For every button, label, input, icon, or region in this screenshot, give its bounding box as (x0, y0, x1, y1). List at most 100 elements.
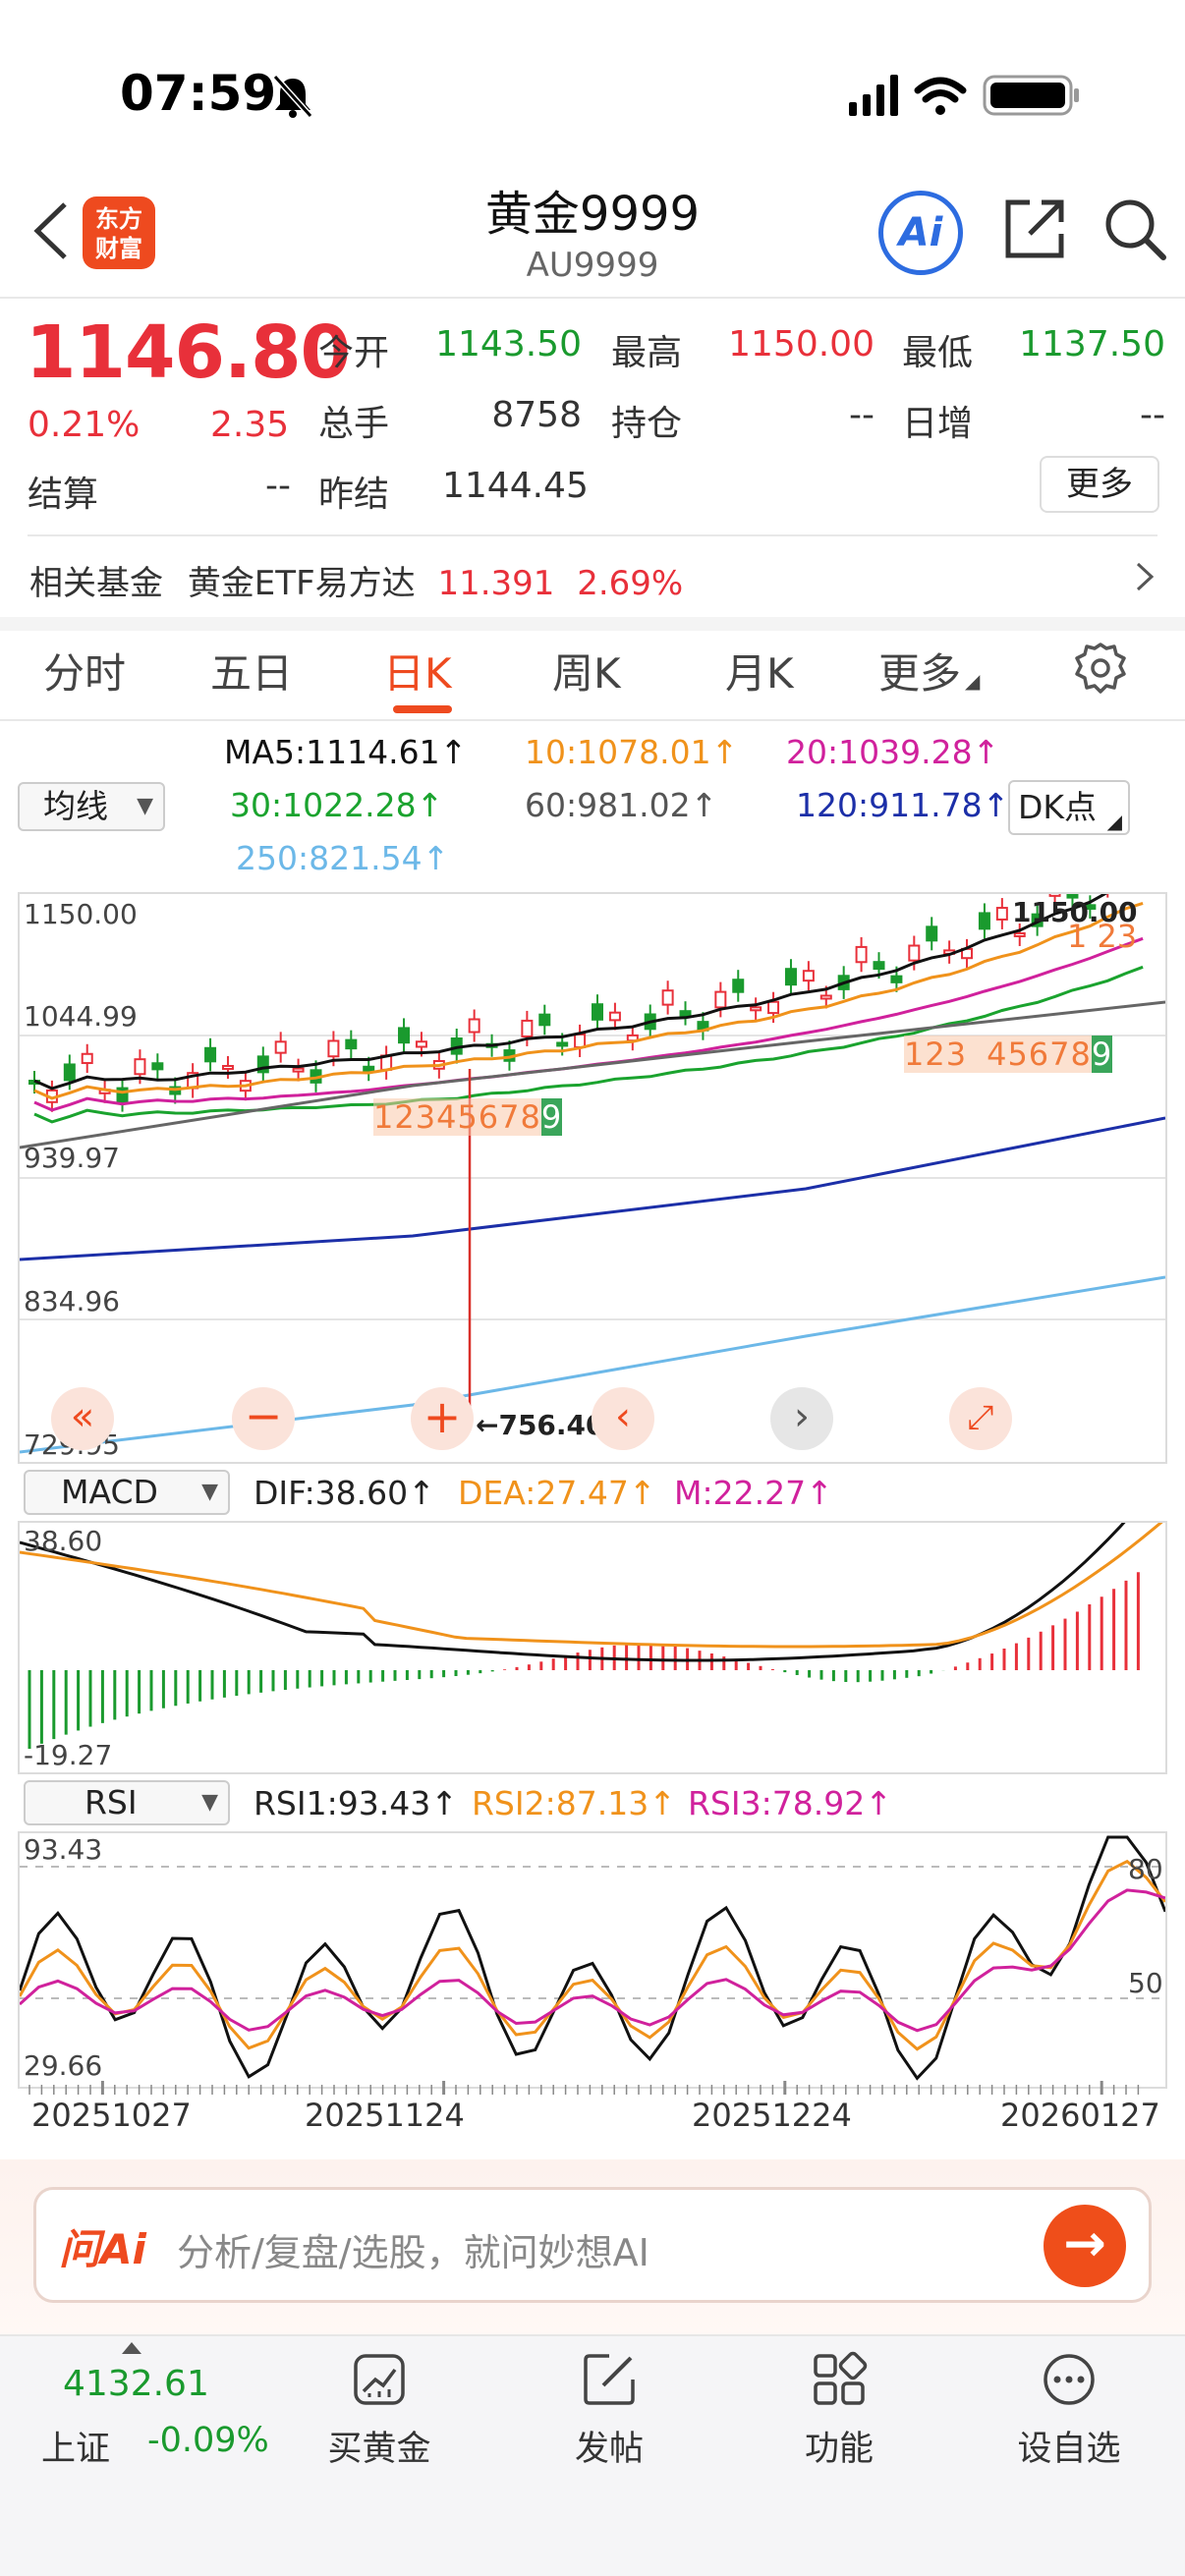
sequence-marks-a: 123456789 (373, 1098, 563, 1136)
candle-body (995, 907, 1008, 921)
nav-functions[interactable]: 功能 (741, 2421, 937, 2471)
dropdown-triangle-icon: ◢ (965, 669, 981, 693)
status-indicators (849, 75, 1079, 116)
candle-body (978, 912, 990, 930)
rsi3-value: RSI3:78.92↑ (688, 1784, 892, 1822)
index-pct[interactable]: -0.09% (147, 2421, 269, 2460)
candle-body (592, 1003, 603, 1021)
tab-monthly-k[interactable]: 月K (725, 641, 794, 700)
candle-body (574, 1033, 587, 1048)
tab-five-day[interactable]: 五日 (210, 641, 293, 700)
rsi-chart[interactable] (20, 1833, 1165, 2087)
ask-ai-placeholder[interactable]: 分析/复盘/选股，就问妙想AI (177, 2222, 649, 2276)
scroll-left-icon[interactable]: ‹ (592, 1387, 654, 1450)
macd-chart[interactable] (20, 1523, 1165, 1772)
share-icon[interactable] (1000, 195, 1069, 263)
chevron-down-icon: ▼ (137, 794, 153, 818)
candle-body (134, 1058, 146, 1076)
scroll-right-icon[interactable]: › (770, 1387, 833, 1450)
candle-body (345, 1038, 358, 1050)
rsi-selector[interactable]: RSI ▼ (24, 1780, 230, 1825)
macd-m: M:22.27↑ (674, 1474, 833, 1512)
related-fund-row[interactable]: 相关基金 黄金ETF易方达 11.391 2.69% (29, 556, 683, 604)
fullscreen-icon[interactable]: ⤢ (949, 1387, 1012, 1450)
nav-post[interactable]: 发帖 (511, 2421, 707, 2471)
buy-gold-icon[interactable] (350, 2350, 409, 2409)
candle-body (608, 1011, 621, 1022)
rsi2-value: RSI2:87.13↑ (472, 1784, 676, 1822)
tab-weekly-k[interactable]: 周K (552, 641, 621, 700)
zoom-in-icon[interactable]: + (411, 1387, 474, 1450)
tab-intraday[interactable]: 分时 (43, 641, 126, 700)
bell-muted-icon (272, 74, 313, 119)
ma-selector[interactable]: 均线 ▼ (18, 782, 165, 831)
sequence-marks-b: 123 456789 (904, 1036, 1113, 1073)
candle-body (784, 968, 797, 986)
candle-body (204, 1046, 217, 1063)
related-fund-label: 相关基金 (29, 564, 163, 603)
dk-point-button[interactable]: DK点 ◢ (1008, 780, 1130, 835)
rsi-level-80: 80 (1128, 1853, 1163, 1885)
candle-body (221, 1064, 234, 1070)
prev-settlement-label: 昨结 (318, 475, 390, 515)
ma-selector-label: 均线 (43, 787, 108, 825)
rsi-selector-label: RSI (85, 1783, 138, 1821)
ma10-value: 10:1078.01↑ (525, 733, 739, 771)
ask-ai-submit-button[interactable]: → (1044, 2205, 1126, 2287)
scroll-left-fast-icon[interactable]: « (51, 1387, 114, 1450)
quote-divider (28, 534, 1157, 536)
ma5-value: MA5:1114.61↑ (224, 733, 468, 771)
ai-assistant-icon[interactable]: Ai (878, 191, 963, 275)
candle-body (908, 944, 921, 962)
edit-post-icon[interactable] (580, 2350, 639, 2409)
gear-icon[interactable] (1071, 639, 1130, 698)
chevron-right-icon[interactable] (1130, 560, 1159, 593)
header-divider (0, 297, 1185, 299)
macd-ytop: 38.60 (24, 1525, 103, 1557)
settlement-label: 结算 (28, 475, 99, 515)
rsi3-line (20, 1888, 1165, 2033)
candle-body (1013, 931, 1026, 937)
kline-chart[interactable] (20, 894, 1165, 1462)
functions-icon[interactable] (810, 2350, 869, 2409)
daily-increase-value: -- (1140, 395, 1165, 435)
date-label-1: 20251027 (31, 2097, 192, 2134)
candle-body (151, 1062, 164, 1071)
tab-daily-k[interactable]: 日K (383, 641, 452, 700)
active-tab-indicator (393, 705, 452, 713)
high-value: 1150.00 (728, 324, 875, 364)
open-interest-value: -- (849, 395, 875, 435)
candle-body (732, 979, 745, 993)
candle-body (63, 1063, 76, 1082)
prev-settlement-value: 1144.45 (442, 466, 589, 506)
macd-selector[interactable]: MACD ▼ (24, 1470, 230, 1515)
open-interest-label: 持仓 (611, 404, 683, 444)
dk-point-label: DK点 (1018, 788, 1098, 826)
change-amount: 2.35 (210, 405, 290, 445)
rsi1-value: RSI1:93.43↑ (254, 1784, 458, 1822)
wifi-icon (914, 77, 967, 115)
more-quote-button[interactable]: 更多 (1040, 456, 1159, 513)
nav-watchlist[interactable]: 设自选 (971, 2421, 1167, 2471)
candle-body (661, 989, 674, 1006)
tabs-divider (0, 719, 1185, 721)
date-axis-ticks (28, 2081, 1140, 2095)
index-name[interactable]: 上证 (41, 2421, 110, 2471)
kline-ytick-2: 1044.99 (24, 1000, 138, 1033)
candle-body (538, 1013, 551, 1027)
watchlist-icon[interactable] (1040, 2350, 1099, 2409)
ma60-value: 60:981.02↑ (525, 786, 718, 824)
change-percent: 0.21% (28, 405, 141, 445)
macd-dif: DIF:38.60↑ (254, 1474, 435, 1512)
search-icon[interactable] (1100, 195, 1169, 263)
nav-buy-gold[interactable]: 买黄金 (281, 2421, 478, 2471)
low-value: 1137.50 (1019, 324, 1165, 364)
tab-more[interactable]: 更多 ◢ (878, 641, 980, 700)
zoom-out-icon[interactable]: − (232, 1387, 295, 1450)
rsi-ybottom: 29.66 (24, 2049, 103, 2082)
candle-body (890, 975, 903, 983)
candle-body (750, 1006, 762, 1012)
index-value[interactable]: 4132.61 (63, 2364, 209, 2404)
ma250-value: 250:821.54↑ (236, 839, 450, 877)
kline-ytick-1: 1150.00 (24, 898, 138, 930)
